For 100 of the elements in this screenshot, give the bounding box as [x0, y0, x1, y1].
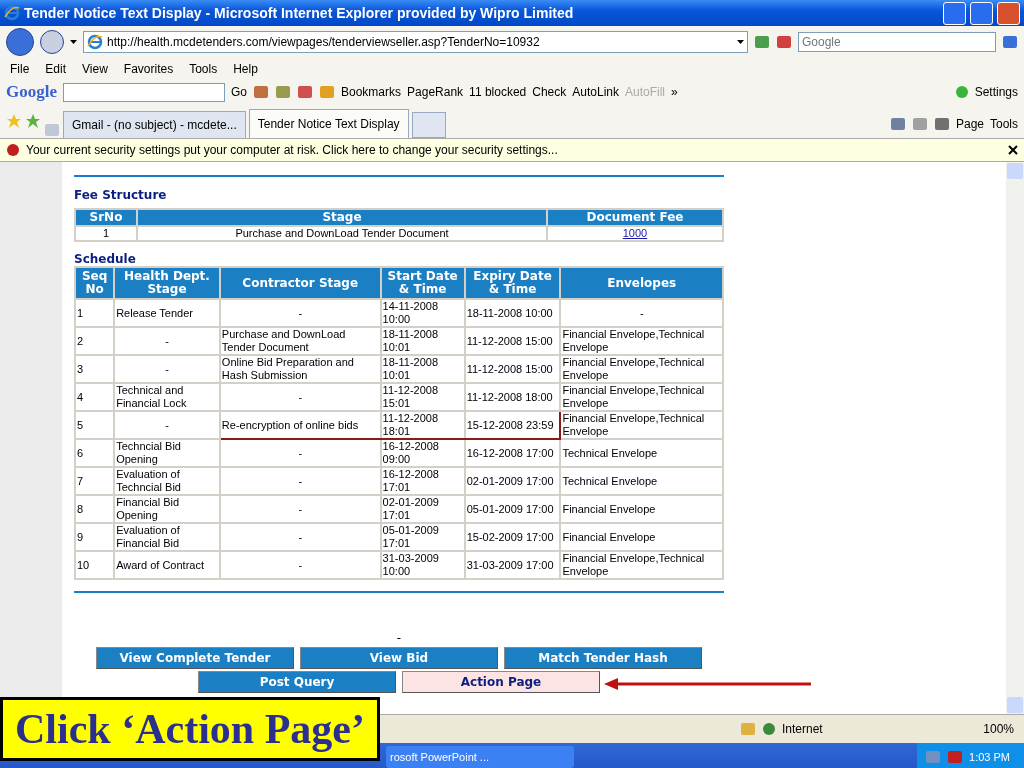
table-cell: 11-12-2008 18:01: [380, 411, 465, 439]
zoom-button[interactable]: 100%: [983, 722, 1014, 736]
tray-icon[interactable]: [947, 749, 964, 765]
action-button[interactable]: Action Page: [402, 671, 600, 693]
action-button[interactable]: Post Query: [198, 671, 396, 693]
column-header: Document Fee: [547, 209, 723, 226]
table-cell: 02-01-2009 17:00: [464, 467, 561, 495]
action-button[interactable]: View Complete Tender: [96, 647, 294, 669]
menu-item[interactable]: Tools: [189, 62, 218, 76]
table-cell: -: [114, 327, 220, 355]
toolbar-button[interactable]: Check: [532, 85, 567, 99]
column-header: Contractor Stage: [219, 267, 381, 299]
dash-text: -: [396, 631, 402, 645]
table-cell: Release Tender: [114, 299, 220, 327]
table-cell: -: [219, 383, 381, 411]
settings-button[interactable]: Settings: [974, 85, 1018, 99]
address-field[interactable]: http://health.mcdetenders.com/viewpages/tenderviewseller.asp?TenderNo=10932: [83, 31, 748, 53]
security-message[interactable]: Your current security settings put your computer at risk. Click here to change your security settings...: [26, 143, 1002, 157]
command-button[interactable]: Page: [955, 117, 984, 131]
forward-button[interactable]: [40, 30, 64, 54]
table-cell: Technical Envelope: [560, 439, 723, 467]
add-favorite-icon[interactable]: [25, 113, 41, 129]
table-cell: 15-02-2009 17:00: [464, 523, 561, 551]
table-cell: Technical and Financial Lock: [114, 383, 220, 411]
google-search-field[interactable]: [63, 82, 225, 102]
table-cell: Financial Envelope: [560, 523, 723, 551]
action-button[interactable]: Match Tender Hash: [504, 647, 702, 669]
table-cell: Financial Envelope,Technical Envelope: [560, 383, 723, 411]
table-cell: Online Bid Preparation and Hash Submission: [219, 355, 381, 383]
vertical-scrollbar[interactable]: [1006, 162, 1024, 714]
minimize-button[interactable]: [943, 1, 966, 25]
table-cell: 11-12-2008 15:00: [464, 327, 561, 355]
table-cell: Financial Envelope,Technical Envelope: [560, 411, 723, 439]
toolbar-button[interactable]: 11 blocked: [469, 85, 527, 99]
table-cell: 18-11-2008 10:00: [464, 299, 561, 327]
clock: 1:03 PM: [969, 751, 1010, 763]
action-button[interactable]: View Bid: [300, 647, 498, 669]
toolbar-icon[interactable]: [319, 84, 335, 100]
table-cell: Award of Contract: [114, 551, 220, 579]
table-cell: -: [219, 467, 381, 495]
security-bar[interactable]: Your current security settings put your computer at risk. Click here to change your security settings...: [0, 138, 1024, 162]
table-cell: 1: [75, 299, 115, 327]
column-header: Health Dept. Stage: [114, 267, 220, 299]
table-cell: -: [219, 299, 381, 327]
table-cell: 10: [75, 551, 115, 579]
caret-icon[interactable]: [70, 40, 77, 44]
menu-item[interactable]: Favorites: [123, 62, 174, 76]
star-icon[interactable]: [6, 113, 22, 129]
table-cell: 15-12-2008 23:59: [464, 411, 561, 439]
table-cell: 11-12-2008 18:00: [464, 383, 561, 411]
table-cell: 7: [75, 467, 115, 495]
close-button[interactable]: [997, 1, 1020, 25]
table-cell: 5: [75, 411, 115, 439]
toolbar-button[interactable]: AutoLink: [572, 85, 619, 99]
section-heading: Schedule: [74, 252, 137, 266]
table-cell: Re-encryption of online bids: [219, 411, 381, 439]
taskbar-button[interactable]: rosoft PowerPoint ...: [386, 746, 574, 768]
column-header: Seq No: [75, 267, 115, 299]
table-cell: -: [219, 551, 381, 579]
table-cell: -: [219, 439, 381, 467]
table-cell: -: [219, 523, 381, 551]
fee-link[interactable]: 1000: [622, 227, 648, 239]
table-cell: 4: [75, 383, 115, 411]
caret-icon[interactable]: [737, 40, 744, 44]
zone-label: Internet: [782, 722, 823, 736]
table-cell: 3: [75, 355, 115, 383]
search-field[interactable]: Google: [798, 32, 996, 52]
window-title: Tender Notice Text Display - Microsoft Internet Explorer provided by Wipro Limited: [24, 5, 575, 21]
close-icon[interactable]: [1008, 145, 1018, 155]
browser-tab[interactable]: Tender Notice Text Display: [248, 109, 409, 138]
column-header: Expiry Date & Time: [464, 267, 561, 299]
section-heading: Fee Structure: [74, 188, 168, 202]
go-button[interactable]: Go: [231, 85, 247, 99]
command-button[interactable]: Tools: [990, 117, 1018, 131]
table-cell: 02-01-2009 17:01: [380, 495, 465, 523]
table-cell: Purchase and DownLoad Tender Document: [137, 226, 547, 241]
table-cell: Technical Envelope: [560, 467, 723, 495]
menu-item[interactable]: Edit: [45, 62, 67, 76]
table-cell: Financial Envelope,Technical Envelope: [560, 327, 723, 355]
new-tab-button[interactable]: [411, 112, 446, 138]
menu-item[interactable]: View: [82, 62, 108, 76]
browser-tab[interactable]: Gmail - (no subject) - mcdete...: [63, 111, 246, 138]
toolbar-icon[interactable]: [275, 84, 291, 100]
column-header: Envelopes: [560, 267, 723, 299]
table-cell: -: [114, 355, 220, 383]
google-logo: Google: [6, 82, 57, 102]
menu-item[interactable]: Help: [233, 62, 258, 76]
table-cell: 18-11-2008 10:01: [380, 327, 465, 355]
toolbar-button[interactable]: Bookmarks: [341, 85, 402, 99]
status-dot-icon: [954, 85, 969, 99]
page-icon: [87, 34, 103, 50]
toolbar-button[interactable]: PageRank: [407, 85, 464, 99]
more-button[interactable]: »: [671, 85, 678, 99]
table-cell: Techncial Bid Opening: [114, 439, 220, 467]
table-cell: 1: [75, 226, 137, 241]
toolbar-icon[interactable]: [253, 84, 269, 100]
restore-button[interactable]: [970, 1, 993, 25]
menu-item[interactable]: File: [10, 62, 30, 76]
back-button[interactable]: [6, 28, 34, 56]
table-cell: 16-12-2008 17:00: [464, 439, 561, 467]
